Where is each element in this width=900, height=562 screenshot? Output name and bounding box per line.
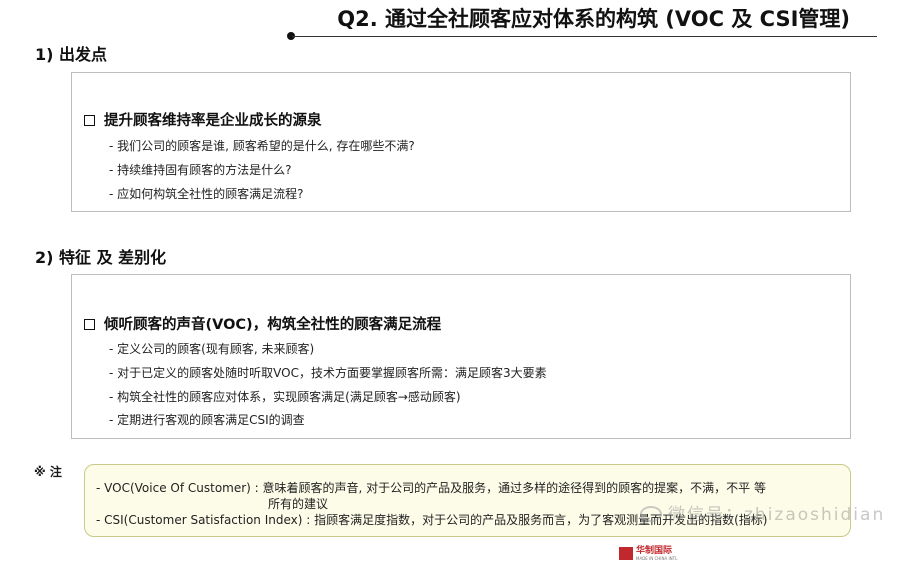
section2-item: - 对于已定义的顾客处随时听取VOC，技术方面要掌握顾客所需：满足顾客3大要素: [109, 366, 547, 380]
watermark-text: 微信号：zhizaoshidian: [668, 505, 886, 525]
logo-name: 华制国际: [636, 545, 673, 556]
section1-item: - 我们公司的顾客是谁, 顾客希望的是什么, 存在哪些不满?: [109, 139, 415, 153]
section2-box-heading-text: 倾听顾客的声音(VOC)，构筑全社性的顾客满足流程: [104, 317, 442, 333]
section2-box-heading: 倾听顾客的声音(VOC)，构筑全社性的顾客满足流程: [84, 313, 441, 334]
note-line: 所有的建议: [268, 497, 329, 511]
checkbox-square-icon: [84, 115, 95, 126]
section2-item: - 构筑全社性的顾客应对体系，实现顾客满足(满足顾客→感动顾客): [109, 390, 461, 404]
section1-item: - 应如何构筑全社性的顾客满足流程?: [109, 187, 304, 201]
section2-heading: 2) 特征 及 差别化: [35, 248, 167, 267]
note-line: - VOC(Voice Of Customer) : 意味着顾客的声音, 对于公…: [96, 481, 766, 495]
section2-item: - 定义公司的顾客(现有顾客, 未来顾客): [109, 342, 315, 356]
logo-sub: MADE IN CHINA INTL: [636, 555, 678, 561]
brand-logo: 华制国际 MADE IN CHINA INTL: [619, 543, 678, 561]
title-underline: [292, 36, 877, 37]
section1-item: - 持续维持固有顾客的方法是什么?: [109, 163, 292, 177]
watermark: 微信号：zhizaoshidian: [640, 500, 885, 525]
logo-text: 华制国际 MADE IN CHINA INTL: [636, 545, 678, 561]
section1-box-heading-text: 提升顾客维持率是企业成长的源泉: [104, 113, 322, 129]
note-label: ※ 注: [34, 465, 62, 479]
page-title: Q2. 通过全社顾客应对体系的构筑 (VOC 及 CSI管理): [337, 7, 850, 31]
logo-mark-icon: [619, 547, 633, 560]
wechat-icon: [640, 506, 662, 522]
section2-item: - 定期进行客观的顾客满足CSI的调查: [109, 413, 305, 427]
section1-heading: 1) 出发点: [35, 45, 108, 64]
section1-box-heading: 提升顾客维持率是企业成长的源泉: [84, 109, 322, 130]
checkbox-square-icon: [84, 319, 95, 330]
